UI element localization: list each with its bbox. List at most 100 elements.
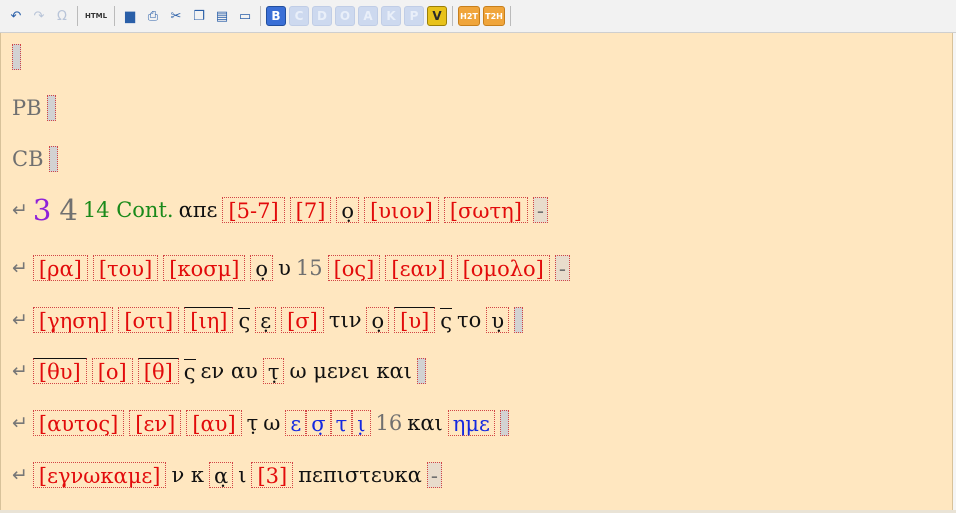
save-icon[interactable]: ▆ <box>120 6 140 26</box>
nomen-sacrum-bracket[interactable]: [θ] <box>137 358 179 384</box>
column-break-marker[interactable]: CB <box>12 147 44 171</box>
uncertain-letter[interactable]: τ̣ <box>262 358 285 384</box>
text-run[interactable]: το <box>457 308 481 332</box>
correction-letter[interactable]: ε <box>285 410 307 436</box>
bracket-word[interactable]: [ο] <box>91 358 133 384</box>
nomen-sacrum-bracket[interactable]: [θυ] <box>32 358 87 384</box>
correction-word[interactable]: ημε <box>447 410 495 436</box>
gap-marker[interactable] <box>46 95 56 121</box>
bracket-word[interactable]: [κοσμ] <box>163 255 246 281</box>
letter-k-button[interactable]: K <box>381 6 401 26</box>
bracket-word[interactable]: [εαν] <box>385 255 452 281</box>
empty-marker[interactable] <box>12 44 21 70</box>
text-run[interactable]: ς <box>440 307 453 333</box>
gap-marker[interactable] <box>48 146 58 172</box>
t2h-button[interactable]: T2H <box>483 6 505 26</box>
bracket-word[interactable]: [αυτος] <box>32 410 125 436</box>
bracket-word[interactable]: [3] <box>251 462 294 488</box>
text-run[interactable]: τιν <box>329 308 362 332</box>
bracket-word[interactable]: [ρα] <box>32 255 88 281</box>
editor-line-2: PB <box>12 93 61 123</box>
bracket-word[interactable]: [7] <box>289 197 332 223</box>
text-run[interactable]: πεπιστευκα <box>298 463 422 487</box>
continuation-note[interactable]: 14 Cont. <box>83 198 174 222</box>
print-icon[interactable]: ⎙ <box>143 6 163 26</box>
letter-c-button[interactable]: C <box>289 6 309 26</box>
bracket-word[interactable]: [υιον] <box>364 197 439 223</box>
bracket-word[interactable]: [5-7] <box>222 197 285 223</box>
copy-icon[interactable]: ❐ <box>189 6 209 26</box>
bracket-word[interactable]: [σ] <box>281 307 324 333</box>
uncertain-letter[interactable]: α̣ <box>209 462 234 488</box>
undo-icon[interactable]: ↶ <box>6 6 26 26</box>
uncertain-letter[interactable]: ο̣ <box>336 197 360 223</box>
gap-marker[interactable] <box>514 307 524 333</box>
letter-v-button[interactable]: V <box>427 6 447 26</box>
bracket-word[interactable]: [σωτη] <box>443 197 528 223</box>
bracket-word[interactable]: [αυ] <box>186 410 242 436</box>
cut-icon[interactable]: ✂ <box>166 6 186 26</box>
verse-number[interactable]: 15 <box>296 256 323 280</box>
page-break-marker[interactable]: PB <box>12 96 42 120</box>
correction-letter[interactable]: ι̣ <box>352 410 371 436</box>
text-run[interactable]: ω <box>263 411 280 435</box>
hyphen-marker[interactable]: - <box>426 462 442 488</box>
editor-line-3: CB <box>12 144 63 174</box>
uncertain-letter[interactable]: ο̣ <box>250 255 274 281</box>
return-icon: ↵ <box>12 464 28 486</box>
h2t-button[interactable]: H2T <box>458 6 480 26</box>
special-char-icon[interactable]: Ω <box>52 6 72 26</box>
uncertain-letter[interactable]: ο̣ <box>366 307 390 333</box>
gap-marker[interactable] <box>499 410 509 436</box>
return-icon: ↵ <box>12 412 28 434</box>
uncertain-letter[interactable]: ε̣ <box>255 307 277 333</box>
editor-line-9: ↵ [εγνωκαμε] ν κ α̣ ι [3] πεπιστευκα - <box>12 460 447 490</box>
toolbar-separator <box>452 6 453 26</box>
bracket-word[interactable]: [γηση] <box>32 307 114 333</box>
editor-line-8: ↵ [αυτος] [εν] [αυ] τ̣ ω ε σ̣ τ ι̣ 16 κα… <box>12 408 514 438</box>
text-run[interactable]: ω μενει και <box>289 359 411 383</box>
uncertain-letter[interactable]: υ̣ <box>486 307 510 333</box>
verse-number[interactable]: 16 <box>376 411 403 435</box>
transcription-editor[interactable]: PB CB ↵ 3 4 14 Cont. απε [5-7] [7] ο̣ [υ… <box>0 33 953 510</box>
bracket-word[interactable]: [ομολο] <box>456 255 550 281</box>
nomen-sacrum-bracket[interactable]: [υ] <box>394 307 436 333</box>
hyphen-marker[interactable]: - <box>554 255 570 281</box>
chapter-number[interactable]: 3 <box>33 193 51 227</box>
text-run[interactable]: εν αυ <box>201 359 258 383</box>
paste-icon[interactable]: ▤ <box>212 6 232 26</box>
bracket-word[interactable]: [οτι] <box>118 307 180 333</box>
toolbar-separator <box>114 6 115 26</box>
letter-o-button[interactable]: O <box>335 6 355 26</box>
text-run[interactable]: ς <box>238 307 251 333</box>
bracket-word[interactable]: [του] <box>92 255 159 281</box>
letter-d-button[interactable]: D <box>312 6 332 26</box>
preview-icon[interactable]: ▭ <box>235 6 255 26</box>
correction-letter[interactable]: τ <box>330 410 353 436</box>
letter-a-button[interactable]: A <box>358 6 378 26</box>
verse-number[interactable]: 4 <box>59 193 77 227</box>
bracket-word[interactable]: [ος] <box>327 255 381 281</box>
text-run[interactable]: και <box>407 411 443 435</box>
return-icon: ↵ <box>12 309 28 331</box>
editor-line-4: ↵ 3 4 14 Cont. απε [5-7] [7] ο̣ [υιον] [… <box>12 193 553 227</box>
text-run[interactable]: υ <box>278 256 291 280</box>
return-icon: ↵ <box>12 257 28 279</box>
text-run[interactable]: ι <box>238 463 246 487</box>
text-run[interactable]: ν κ <box>171 463 204 487</box>
editor-line-6: ↵ [γηση] [οτι] [ιη] ς ε̣ [σ] τιν ο̣ [υ] … <box>12 305 528 335</box>
correction-letter[interactable]: σ̣ <box>306 410 331 436</box>
redo-icon[interactable]: ↷ <box>29 6 49 26</box>
gap-marker[interactable] <box>416 358 426 384</box>
html-source-button[interactable]: HTML <box>83 6 109 26</box>
nomen-sacrum-bracket[interactable]: [ιη] <box>184 307 234 333</box>
text-run[interactable]: απε <box>179 198 218 222</box>
editor-line-5: ↵ [ρα] [του] [κοσμ] ο̣ υ 15 [ος] [εαν] [… <box>12 253 575 283</box>
letter-b-button[interactable]: B <box>266 6 286 26</box>
uncertain-letter[interactable]: τ̣ <box>247 411 259 435</box>
bracket-word[interactable]: [εγνωκαμε] <box>32 462 167 488</box>
letter-p-button[interactable]: P <box>404 6 424 26</box>
bracket-word[interactable]: [εν] <box>129 410 182 436</box>
text-run[interactable]: ς <box>183 358 196 384</box>
hyphen-marker[interactable]: - <box>532 197 549 223</box>
